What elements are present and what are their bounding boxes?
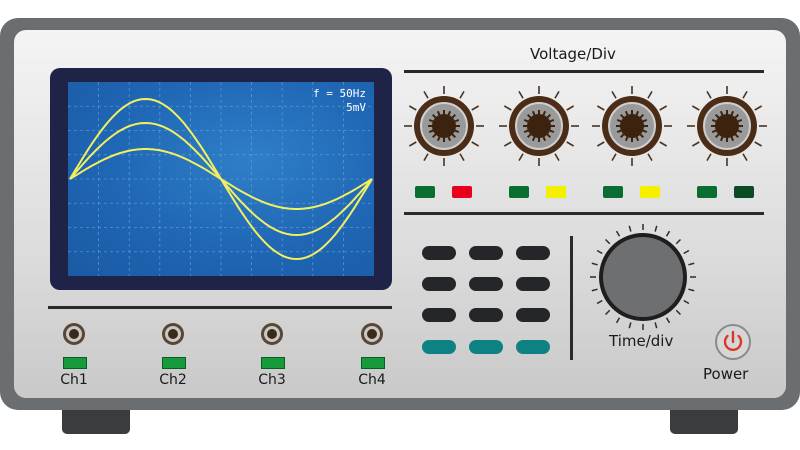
ch3-led xyxy=(261,357,285,369)
voltage-led-2b xyxy=(546,186,566,198)
right-foot xyxy=(670,410,738,434)
keypad-button-1[interactable] xyxy=(422,246,456,260)
ch4-led xyxy=(361,357,385,369)
ch2-led xyxy=(162,357,186,369)
oscilloscope: f = 50Hz 5mV Voltage/Div Time/div Power … xyxy=(0,0,800,450)
ch2-input-jack[interactable] xyxy=(161,322,185,346)
voltage-led-4b xyxy=(734,186,754,198)
voltage-led-3b xyxy=(640,186,660,198)
keypad-button-3[interactable] xyxy=(516,246,550,260)
voltage-led-1a xyxy=(415,186,435,198)
scale-readout: 5mV xyxy=(346,101,366,114)
control-vertical-divider xyxy=(570,236,573,360)
keypad-button-7[interactable] xyxy=(422,308,456,322)
ch3-input-jack[interactable] xyxy=(260,322,284,346)
ch4-label: Ch4 xyxy=(358,372,386,388)
left-foot xyxy=(62,410,130,434)
ch1-led xyxy=(63,357,87,369)
function-button-3[interactable] xyxy=(516,340,550,354)
voltage-knob-3[interactable] xyxy=(590,84,674,168)
voltage-led-4a xyxy=(697,186,717,198)
channel-divider xyxy=(48,306,392,309)
keypad-button-4[interactable] xyxy=(422,277,456,291)
keypad-button-2[interactable] xyxy=(469,246,503,260)
voltage-knob-1[interactable] xyxy=(402,84,486,168)
ch1-input-jack[interactable] xyxy=(62,322,86,346)
voltage-div-title: Voltage/Div xyxy=(530,45,616,63)
ch3-label: Ch3 xyxy=(258,372,286,388)
keypad-button-6[interactable] xyxy=(516,277,550,291)
voltage-led-1b xyxy=(452,186,472,198)
function-button-1[interactable] xyxy=(422,340,456,354)
voltage-bottom-divider xyxy=(404,212,764,215)
voltage-top-divider xyxy=(404,70,764,73)
ch4-input-jack[interactable] xyxy=(360,322,384,346)
power-label: Power xyxy=(703,365,749,383)
keypad-button-5[interactable] xyxy=(469,277,503,291)
ch1-label: Ch1 xyxy=(60,372,88,388)
frequency-readout: f = 50Hz xyxy=(313,87,366,100)
waveform-display xyxy=(68,82,374,276)
oscilloscope-screen: f = 50Hz 5mV xyxy=(68,82,374,276)
time-div-knob[interactable] xyxy=(588,222,698,332)
power-button[interactable] xyxy=(713,322,753,362)
voltage-knob-2[interactable] xyxy=(497,84,581,168)
ch2-label: Ch2 xyxy=(159,372,187,388)
function-button-2[interactable] xyxy=(469,340,503,354)
voltage-led-2a xyxy=(509,186,529,198)
keypad-button-8[interactable] xyxy=(469,308,503,322)
voltage-led-3a xyxy=(603,186,623,198)
time-div-label: Time/div xyxy=(609,332,674,350)
keypad-button-9[interactable] xyxy=(516,308,550,322)
voltage-knob-4[interactable] xyxy=(685,84,769,168)
